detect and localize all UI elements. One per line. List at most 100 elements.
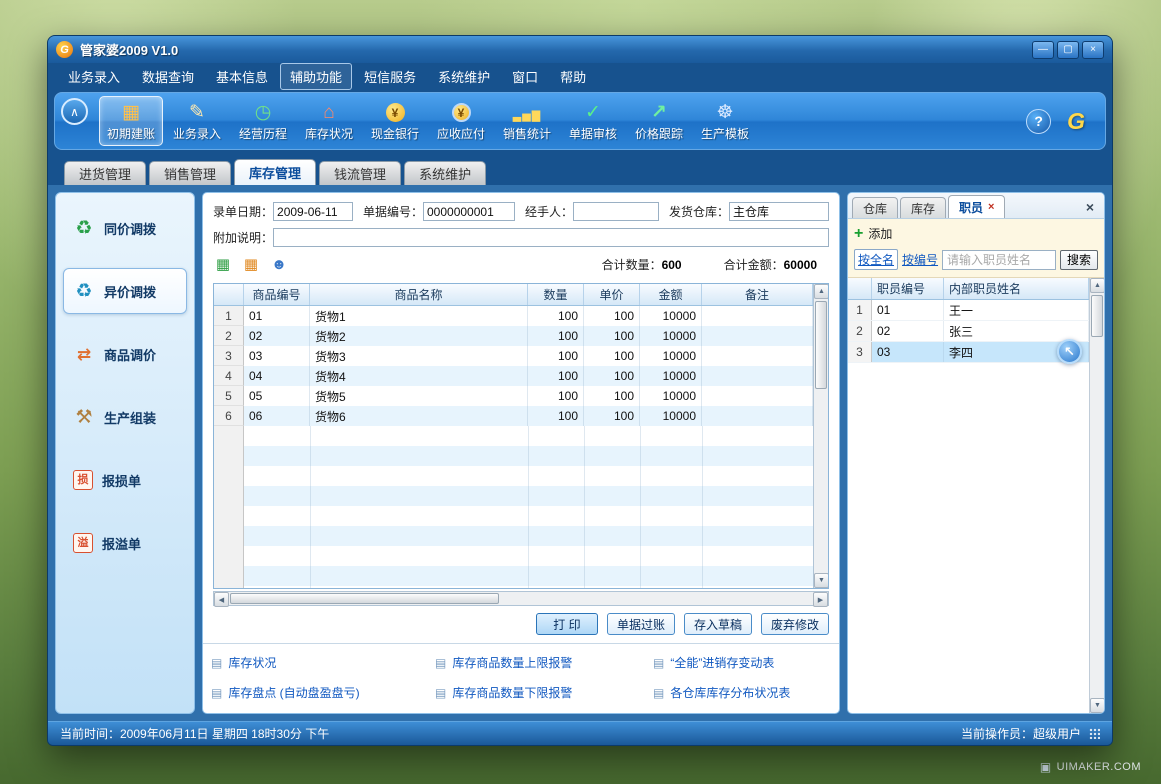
tab-system[interactable]: 系统维护 [404, 161, 486, 185]
menu-basic-info[interactable]: 基本信息 [206, 63, 278, 90]
table-row[interactable]: 3 03 货物3 100 100 10000 [214, 346, 813, 366]
table-row[interactable]: 6 06 货物6 100 100 10000 [214, 406, 813, 426]
toolbar-button-history[interactable]: ◷ 经营历程 [231, 96, 295, 146]
search-button[interactable]: 搜索 [1060, 250, 1098, 270]
scroll-thumb[interactable] [815, 301, 827, 389]
scroll-track[interactable] [1090, 293, 1104, 698]
tab-inventory-lookup[interactable]: 库存 [900, 197, 946, 218]
warehouse-input[interactable] [729, 202, 829, 221]
help-button[interactable]: ? [1026, 109, 1051, 134]
link-qty-lower-alert[interactable]: ▤ 库存商品数量下限报警 [435, 684, 653, 701]
audit-check-icon: ✓ [585, 100, 601, 122]
toolbar-button-business-entry[interactable]: ✎ 业务录入 [165, 96, 229, 146]
menu-help[interactable]: 帮助 [550, 63, 596, 90]
tab-cashflow[interactable]: 钱流管理 [319, 161, 401, 185]
cell-qty: 100 [528, 306, 584, 326]
sidebar-item-loss-report[interactable]: 损 报损单 [63, 457, 187, 503]
staff-vertical-scrollbar[interactable]: ▲ ▼ [1089, 278, 1104, 713]
staff-row[interactable]: 1 01 王一 [848, 300, 1089, 321]
doc-number-input[interactable] [423, 202, 515, 221]
discard-changes-button[interactable]: 废弃修改 [761, 613, 829, 635]
menu-sms-service[interactable]: 短信服务 [354, 63, 426, 90]
calc-sheet-icon[interactable]: ▦ [241, 254, 261, 274]
tab-purchase[interactable]: 进货管理 [64, 161, 146, 185]
staff-row[interactable]: 2 02 张三 [848, 321, 1089, 342]
statusbar: 当前时间：2009年06月11日 星期四 18时30分 下午 当前操作员：超级用… [48, 721, 1112, 745]
table-row[interactable]: 4 04 货物4 100 100 10000 [214, 366, 813, 386]
print-button[interactable]: 打 印 [536, 613, 598, 635]
scroll-down-icon[interactable]: ▼ [1090, 698, 1105, 713]
titlebar[interactable]: G 管家婆2009 V1.0 — ▢ × [48, 36, 1112, 63]
toolbar-button-label: 现金银行 [371, 125, 419, 142]
scroll-up-icon[interactable]: ▲ [1090, 278, 1105, 293]
toolbar-button-price-track[interactable]: ↗ 价格跟踪 [627, 96, 691, 146]
toolbar-button-receivables[interactable]: ¥ 应收应付 [429, 96, 493, 146]
toolbar-button-cash-bank[interactable]: ¥ 现金银行 [363, 96, 427, 146]
scroll-thumb[interactable] [1091, 295, 1103, 337]
note-input[interactable] [273, 228, 829, 247]
maximize-button[interactable]: ▢ [1057, 41, 1079, 59]
resize-grip[interactable] [1089, 728, 1100, 739]
add-staff-button[interactable]: + 添加 [854, 225, 1098, 242]
panel-close-icon[interactable]: × [1080, 199, 1100, 215]
toolbar-button-sales-stats[interactable]: ▃▅▇ 销售统计 [495, 96, 559, 146]
tab-close-icon[interactable]: × [988, 201, 994, 213]
date-input[interactable] [273, 202, 353, 221]
minimize-button[interactable]: — [1032, 41, 1054, 59]
row-number: 2 [214, 326, 244, 346]
collapse-toolbar-button[interactable]: ∧ [61, 98, 88, 125]
scroll-track[interactable] [814, 299, 828, 573]
tab-staff-lookup[interactable]: 职员 × [948, 195, 1005, 218]
tab-inventory[interactable]: 库存管理 [234, 159, 316, 185]
sidebar-item-diff-price-transfer[interactable]: ♻ 异价调拨 [63, 268, 187, 314]
toolbar-button-initial-setup[interactable]: ▦ 初期建账 [99, 96, 163, 146]
main-panel: 录单日期： 单据编号： 经手人： 发货仓库： [202, 192, 840, 714]
filter-by-name[interactable]: 按全名 [854, 249, 898, 270]
filter-by-code[interactable]: 按编号 [902, 251, 938, 268]
link-stocktake[interactable]: ▤ 库存盘点 (自动盘盈盘亏) [211, 684, 435, 701]
sidebar-item-production-assembly[interactable]: ⚒ 生产组装 [63, 394, 187, 440]
grid-vertical-scrollbar[interactable]: ▲ ▼ [813, 284, 828, 588]
sidebar-item-price-adjust[interactable]: ⇄ 商品调价 [63, 331, 187, 377]
scroll-track[interactable] [229, 592, 813, 605]
cell-qty: 100 [528, 386, 584, 406]
post-document-button[interactable]: 单据过账 [607, 613, 675, 635]
menu-window[interactable]: 窗口 [502, 63, 548, 90]
table-row[interactable]: 2 02 货物2 100 100 10000 [214, 326, 813, 346]
scroll-up-icon[interactable]: ▲ [814, 284, 829, 299]
sidebar-item-same-price-transfer[interactable]: ♻ 同价调拨 [63, 205, 187, 251]
column-header-name: 商品名称 [310, 284, 528, 305]
toolbar-button-production-template[interactable]: ☸ 生产模板 [693, 96, 757, 146]
save-draft-button[interactable]: 存入草稿 [684, 613, 752, 635]
transfer-recycle-icon: ♻ [73, 219, 95, 238]
menu-business-entry[interactable]: 业务录入 [58, 63, 130, 90]
scroll-down-icon[interactable]: ▼ [814, 573, 829, 588]
close-button[interactable]: × [1082, 41, 1104, 59]
person-icon[interactable]: ☻ [269, 254, 289, 274]
tab-warehouse-lookup[interactable]: 仓库 [852, 197, 898, 218]
column-header-rownum [214, 284, 244, 305]
menu-data-query[interactable]: 数据查询 [132, 63, 204, 90]
link-universal-report[interactable]: ▤ “全能”进销存变动表 [653, 654, 831, 671]
scroll-left-icon[interactable]: ◀ [214, 592, 229, 607]
table-row[interactable]: 1 01 货物1 100 100 10000 [214, 306, 813, 326]
grid-sheet-icon[interactable]: ▦ [213, 254, 233, 274]
table-row[interactable]: 5 05 货物5 100 100 10000 [214, 386, 813, 406]
grid-horizontal-scrollbar[interactable]: ◀ ▶ [213, 591, 829, 606]
link-inventory-status[interactable]: ▤ 库存状况 [211, 654, 435, 671]
cell-name: 货物5 [310, 386, 528, 406]
sidebar-item-label: 同价调拨 [104, 219, 156, 238]
scroll-thumb[interactable] [230, 593, 499, 604]
menu-system-maintenance[interactable]: 系统维护 [428, 63, 500, 90]
toolbar-button-doc-audit[interactable]: ✓ 单据审核 [561, 96, 625, 146]
menu-aux-functions[interactable]: 辅助功能 [280, 63, 352, 90]
handler-input[interactable] [573, 202, 659, 221]
staff-search-input[interactable] [942, 250, 1056, 270]
link-warehouse-distribution[interactable]: ▤ 各仓库库存分布状况表 [653, 684, 831, 701]
sidebar-item-overflow-report[interactable]: 溢 报溢单 [63, 520, 187, 566]
tab-sales[interactable]: 销售管理 [149, 161, 231, 185]
link-qty-upper-alert[interactable]: ▤ 库存商品数量上限报警 [435, 654, 653, 671]
staff-row-selected[interactable]: 3 03 李四 [848, 342, 1089, 363]
scroll-right-icon[interactable]: ▶ [813, 592, 828, 607]
toolbar-button-inventory-status[interactable]: ⌂ 库存状况 [297, 96, 361, 146]
